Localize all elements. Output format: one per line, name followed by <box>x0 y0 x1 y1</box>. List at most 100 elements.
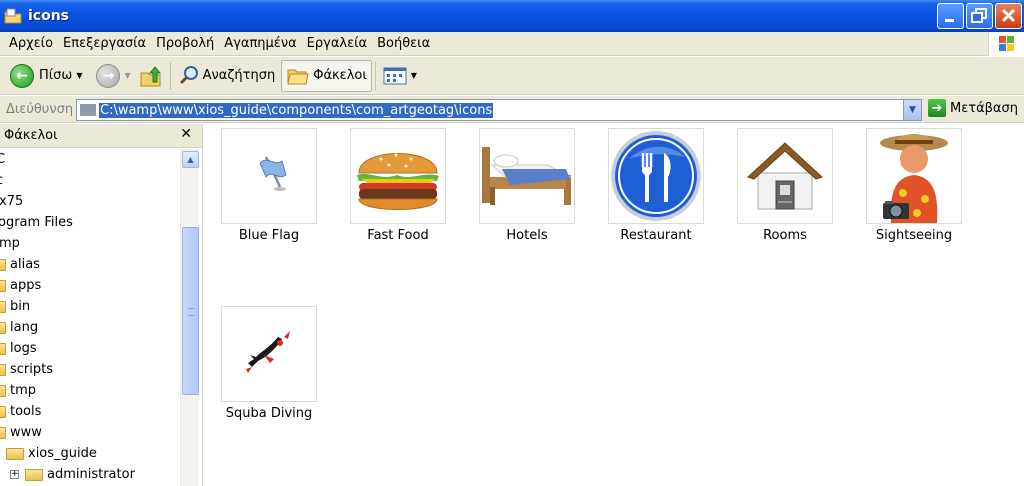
tree-item[interactable]: tmp <box>0 380 36 401</box>
go-label: Μετάβαση <box>950 100 1018 116</box>
back-button[interactable]: ← Πίσω ▼ <box>6 60 86 92</box>
address-dropdown-icon[interactable]: ▼ <box>903 100 921 120</box>
scroll-up-icon[interactable]: ▲ <box>182 151 199 168</box>
menu-file[interactable]: Αρχείο <box>4 36 58 51</box>
tree-item-label: ogram Files <box>0 215 73 230</box>
blue-flag-icon <box>221 128 317 224</box>
folders-button[interactable]: Φάκελοι <box>281 59 372 92</box>
menu-favorites[interactable]: Αγαπημένα <box>219 36 301 51</box>
close-button[interactable] <box>995 3 1022 29</box>
tourist-icon <box>866 128 962 224</box>
tree-item[interactable]: logs <box>0 338 37 359</box>
tree-item[interactable]: xios_guide <box>6 443 97 464</box>
folder-tree: C c x75 ogram Files mp alias apps bin la… <box>0 149 180 486</box>
tree-item-label: scripts <box>10 362 53 377</box>
title-bar: icons <box>0 0 1024 32</box>
windows-logo-icon <box>988 32 1024 56</box>
forward-button[interactable]: → ▼ <box>92 60 134 92</box>
folder-icon <box>0 384 6 397</box>
toolbar-separator <box>169 61 171 90</box>
folder-icon <box>0 363 6 376</box>
forward-dropdown-icon[interactable]: ▼ <box>124 71 130 80</box>
tree-item-label: c <box>0 173 3 188</box>
up-folder-icon <box>140 65 161 86</box>
file-item[interactable]: Squba Diving <box>205 302 325 432</box>
folder-pane-title: Φάκελοι <box>4 128 58 143</box>
file-item[interactable]: Hotels <box>463 124 583 254</box>
folder-icon <box>0 279 6 292</box>
maximize-button[interactable] <box>966 3 993 29</box>
toolbar-separator <box>374 61 376 90</box>
file-name: Blue Flag <box>238 228 300 243</box>
search-icon <box>179 65 198 84</box>
menu-tools[interactable]: Εργαλεία <box>302 36 372 51</box>
tree-item[interactable]: www <box>0 422 42 443</box>
tree-item[interactable]: c <box>0 170 3 191</box>
window-title: icons <box>28 8 70 24</box>
file-item[interactable]: Restaurant <box>592 124 712 254</box>
tree-item[interactable]: bin <box>0 296 30 317</box>
tree-item[interactable]: + administrator <box>10 464 135 485</box>
tree-item-label: tools <box>10 404 42 419</box>
tree-item[interactable]: scripts <box>0 359 53 380</box>
file-name: Hotels <box>506 228 548 243</box>
tree-item-label: logs <box>10 341 37 356</box>
views-dropdown-icon[interactable]: ▼ <box>411 71 417 80</box>
file-view: Blue Flag Fast Food Hotels Restaurant Ro… <box>205 124 1024 486</box>
folder-icon <box>0 342 6 355</box>
address-path[interactable]: C:\wamp\www\xios_guide\components\com_ar… <box>99 102 494 118</box>
menu-edit[interactable]: Επεξεργασία <box>58 36 151 51</box>
tree-item-label: x75 <box>0 194 24 209</box>
tree-item-label: lang <box>10 320 39 335</box>
tree-item-label: apps <box>10 278 42 293</box>
back-arrow-icon: ← <box>10 63 34 88</box>
tree-item[interactable]: alias <box>0 254 40 275</box>
address-label: Διεύθυνση <box>6 101 74 117</box>
folders-label: Φάκελοι <box>313 68 367 83</box>
file-item[interactable]: Fast Food <box>334 124 454 254</box>
file-item[interactable]: Sightseeing <box>850 124 970 254</box>
bed-icon <box>479 128 575 224</box>
file-name: Restaurant <box>620 228 692 243</box>
file-name: Squba Diving <box>225 406 313 421</box>
diver-icon <box>221 306 317 402</box>
forward-arrow-icon: → <box>96 63 121 88</box>
folder-icon <box>0 300 6 313</box>
folders-icon <box>287 69 309 84</box>
address-folder-icon <box>80 104 96 116</box>
tree-item[interactable]: ogram Files <box>0 212 73 233</box>
burger-icon <box>350 128 446 224</box>
tree-item-label: alias <box>10 257 40 272</box>
tree-item[interactable]: apps <box>0 275 41 296</box>
tree-item-label: bin <box>10 299 31 314</box>
scrollbar-thumb[interactable] <box>182 227 199 395</box>
tree-item[interactable]: mp <box>0 233 20 254</box>
address-input[interactable]: C:\wamp\www\xios_guide\components\com_ar… <box>76 99 922 121</box>
back-dropdown-icon[interactable]: ▼ <box>76 71 82 80</box>
folder-open-icon <box>6 447 24 460</box>
minimize-button[interactable] <box>937 3 964 29</box>
views-icon <box>383 67 407 84</box>
tree-item-label: mp <box>0 236 20 251</box>
file-item[interactable]: Rooms <box>721 124 841 254</box>
menu-view[interactable]: Προβολή <box>151 36 219 51</box>
search-button[interactable]: Αναζήτηση <box>174 60 280 92</box>
tree-item[interactable]: tools <box>0 401 41 422</box>
file-name: Fast Food <box>367 228 429 243</box>
close-pane-icon[interactable]: ✕ <box>180 126 192 142</box>
tree-item[interactable]: x75 <box>0 191 23 212</box>
folder-icon <box>25 468 43 481</box>
views-button[interactable]: ▼ <box>379 60 421 92</box>
folder-icon <box>0 258 6 271</box>
tree-item[interactable]: C <box>0 149 5 170</box>
search-label: Αναζήτηση <box>202 68 276 83</box>
menu-help[interactable]: Βοήθεια <box>372 36 435 51</box>
expand-icon[interactable]: + <box>10 470 19 479</box>
folder-scrollbar[interactable]: ▲ <box>180 149 199 486</box>
file-item[interactable]: Blue Flag <box>205 124 325 254</box>
menu-bar: Αρχείο Επεξεργασία Προβολή Αγαπημένα Εργ… <box>0 32 1024 56</box>
house-icon <box>737 128 833 224</box>
tree-item[interactable]: lang <box>0 317 38 338</box>
up-folder-button[interactable] <box>135 60 167 92</box>
go-button[interactable]: ➔ Μετάβαση <box>928 99 1018 117</box>
